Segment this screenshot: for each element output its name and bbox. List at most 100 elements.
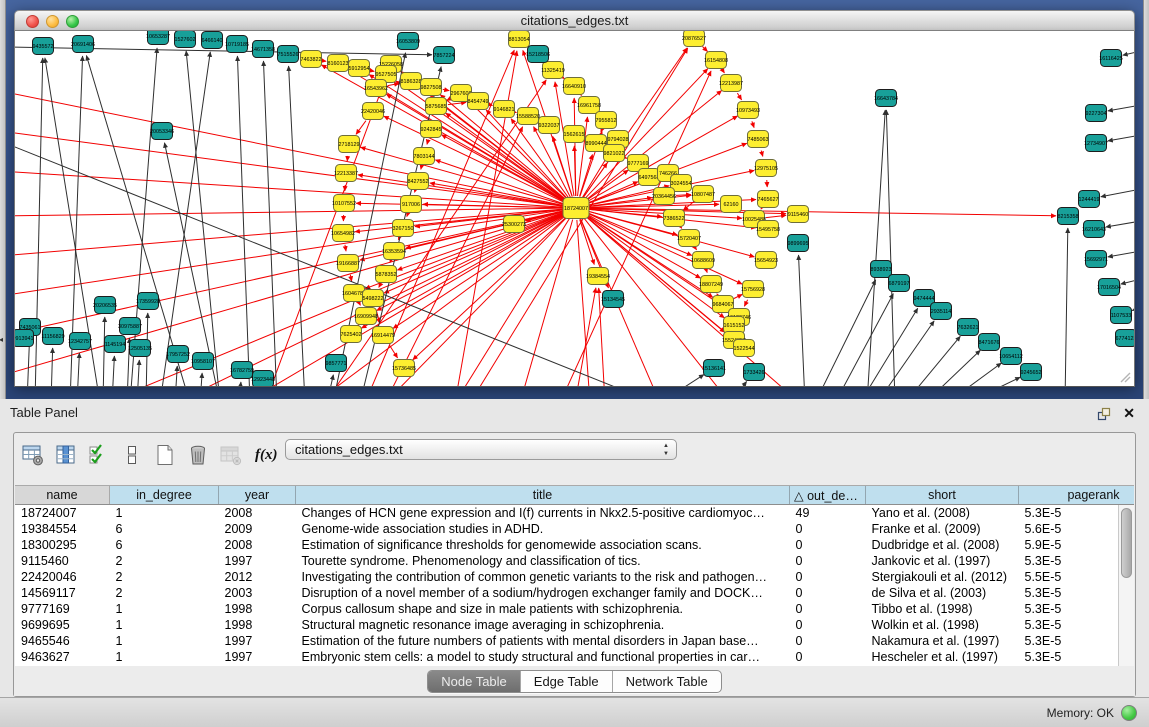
tab-edge-table[interactable]: Edge Table bbox=[520, 671, 612, 692]
function-builder-icon[interactable]: f(x) bbox=[255, 447, 278, 464]
new-table-icon[interactable] bbox=[152, 442, 178, 468]
graph-node-label: 15218506 bbox=[526, 52, 550, 58]
edge bbox=[1123, 51, 1134, 55]
graph-node-label: 15654923 bbox=[754, 258, 778, 264]
table-scrollbar-thumb[interactable] bbox=[1121, 508, 1132, 578]
network-canvas-container[interactable]: 1872400774638228160123591295415226058952… bbox=[14, 31, 1135, 387]
table-row[interactable]: 911546021997Tourette syndrome. Phenomeno… bbox=[15, 553, 1134, 569]
network-canvas[interactable]: 1872400774638228160123591295415226058952… bbox=[15, 31, 1134, 386]
column-header-pagerank[interactable]: pagerank bbox=[1019, 486, 1135, 505]
close-panel-icon[interactable]: ✕ bbox=[1123, 406, 1135, 420]
graph-node-label: 16116425 bbox=[1099, 56, 1123, 62]
column-header-short[interactable]: short bbox=[866, 486, 1019, 505]
graph-node-label: 9227304 bbox=[1086, 111, 1107, 117]
edge bbox=[835, 294, 893, 386]
graph-node-label: 8813054 bbox=[509, 37, 530, 43]
citation-edge bbox=[447, 99, 451, 101]
show-column-icon[interactable] bbox=[53, 442, 79, 468]
collapse-left-arrow-icon[interactable]: ◂ bbox=[0, 336, 3, 344]
graph-node-label: 10654982 bbox=[331, 231, 355, 237]
edge bbox=[660, 375, 704, 386]
graph-node-label: 1522544 bbox=[734, 346, 755, 352]
table-row[interactable]: 1872400712008Changes of HCN gene express… bbox=[15, 505, 1134, 522]
edge bbox=[237, 56, 250, 386]
graph-node-label: 6879197 bbox=[889, 281, 910, 287]
table-row[interactable]: 969969511998Structural magnetic resonanc… bbox=[15, 617, 1134, 633]
graph-node-label: 15736485 bbox=[392, 366, 416, 372]
table-row[interactable]: 1830029562008Estimation of significance … bbox=[15, 537, 1134, 553]
table-body: 1872400712008Changes of HCN gene express… bbox=[15, 505, 1134, 666]
graph-node-label: 2935114 bbox=[931, 309, 952, 315]
graph-node-label: 10973493 bbox=[736, 108, 760, 114]
table-row[interactable]: 1456911722003Disruption of a novel membe… bbox=[15, 585, 1134, 601]
graph-node-label: 16210643 bbox=[1082, 227, 1106, 233]
table-settings-icon[interactable] bbox=[20, 442, 46, 468]
edge bbox=[1121, 279, 1134, 284]
delete-icon[interactable] bbox=[185, 442, 211, 468]
table-row[interactable]: 1938455462009Genome-wide association stu… bbox=[15, 521, 1134, 537]
graph-node-label: 1107533 bbox=[1111, 313, 1132, 319]
canvas-resize-grip[interactable] bbox=[1119, 371, 1131, 383]
graph-node-label: 5878352 bbox=[376, 272, 397, 278]
table-select-value: citations_edges.txt bbox=[295, 442, 403, 457]
table-row[interactable]: 2242004622012Investigating the contribut… bbox=[15, 569, 1134, 585]
graph-node-label: 6497568 bbox=[639, 175, 660, 181]
tab-node-table[interactable]: Node Table bbox=[428, 671, 520, 692]
citation-edge bbox=[766, 215, 786, 217]
graph-node-label: 1145194 bbox=[105, 342, 126, 348]
column-header-year[interactable]: year bbox=[219, 486, 296, 505]
graph-node-label: 10719185 bbox=[225, 42, 249, 48]
graph-node-label: 16643784 bbox=[874, 96, 898, 102]
graph-node-label: 10688609 bbox=[691, 258, 715, 264]
table-select-dropdown[interactable]: citations_edges.txt ▲▼ bbox=[285, 439, 677, 460]
graph-node-label: 16543962 bbox=[364, 86, 388, 92]
graph-node-label: 10807487 bbox=[691, 192, 715, 198]
graph-node-label: 7857224 bbox=[434, 53, 455, 59]
graph-node-label: 5912954 bbox=[349, 66, 370, 72]
graph-node-label: 3024554 bbox=[671, 181, 692, 187]
rows-icon[interactable] bbox=[119, 442, 145, 468]
citation-edge bbox=[371, 71, 375, 72]
graph-node-label: 20876527 bbox=[682, 36, 706, 42]
citation-edge bbox=[681, 228, 682, 229]
network-window-titlebar[interactable]: citations_edges.txt bbox=[14, 10, 1135, 31]
graph-node-label: 12975105 bbox=[754, 166, 778, 172]
graph-node-label: 15588520 bbox=[516, 114, 540, 120]
graph-node-label: 20206535 bbox=[93, 303, 117, 309]
graph-node-label: 15136141 bbox=[702, 366, 726, 372]
edge bbox=[112, 356, 114, 386]
edge bbox=[1108, 105, 1134, 111]
graph-node-label: 917006 bbox=[402, 202, 420, 208]
graph-node-label: 9527505 bbox=[376, 72, 397, 78]
citation-edge bbox=[625, 158, 627, 159]
table-header-row: namein_degreeyeartitle△ out_de…shortpage… bbox=[15, 486, 1134, 505]
tab-network-table[interactable]: Network Table bbox=[612, 671, 721, 692]
table-row[interactable]: 977716911998Corpus callosum shape and si… bbox=[15, 601, 1134, 617]
citation-edge bbox=[761, 151, 763, 157]
float-panel-icon[interactable] bbox=[1096, 406, 1112, 422]
citation-edge bbox=[379, 285, 381, 288]
table-scrollbar[interactable] bbox=[1118, 505, 1134, 666]
graph-node-label: 5498222 bbox=[363, 296, 384, 302]
column-header-out_de[interactable]: △ out_de… bbox=[790, 486, 866, 505]
table-row[interactable]: 946362711997Embryonic stem cells: a mode… bbox=[15, 649, 1134, 665]
select-all-icon[interactable] bbox=[86, 442, 112, 468]
graph-node-label: 17957252 bbox=[166, 352, 190, 358]
graph-node-label: 12342757 bbox=[68, 339, 92, 345]
graph-node-label: 30975887 bbox=[118, 324, 142, 330]
citation-edge bbox=[695, 248, 696, 250]
network-window: citations_edges.txt 18724007746382281601… bbox=[14, 10, 1135, 385]
citation-edge bbox=[734, 294, 743, 298]
graph-node-label: 3267150 bbox=[393, 226, 414, 232]
column-header-in_degree[interactable]: in_degree bbox=[110, 486, 219, 505]
edge bbox=[77, 353, 79, 386]
attribute-table: namein_degreeyeartitle△ out_de…shortpage… bbox=[15, 485, 1134, 666]
column-header-title[interactable]: title bbox=[296, 486, 790, 505]
graph-node-label: 7955812 bbox=[596, 118, 617, 124]
edge bbox=[730, 381, 747, 386]
table-row[interactable]: 946554611997Estimation of the future num… bbox=[15, 633, 1134, 649]
graph-node-label: 9821022 bbox=[604, 151, 625, 157]
column-header-name[interactable]: name bbox=[15, 486, 110, 505]
graph-node-label: 10653287 bbox=[146, 34, 170, 40]
graph-node-label: 7386522 bbox=[664, 216, 685, 222]
